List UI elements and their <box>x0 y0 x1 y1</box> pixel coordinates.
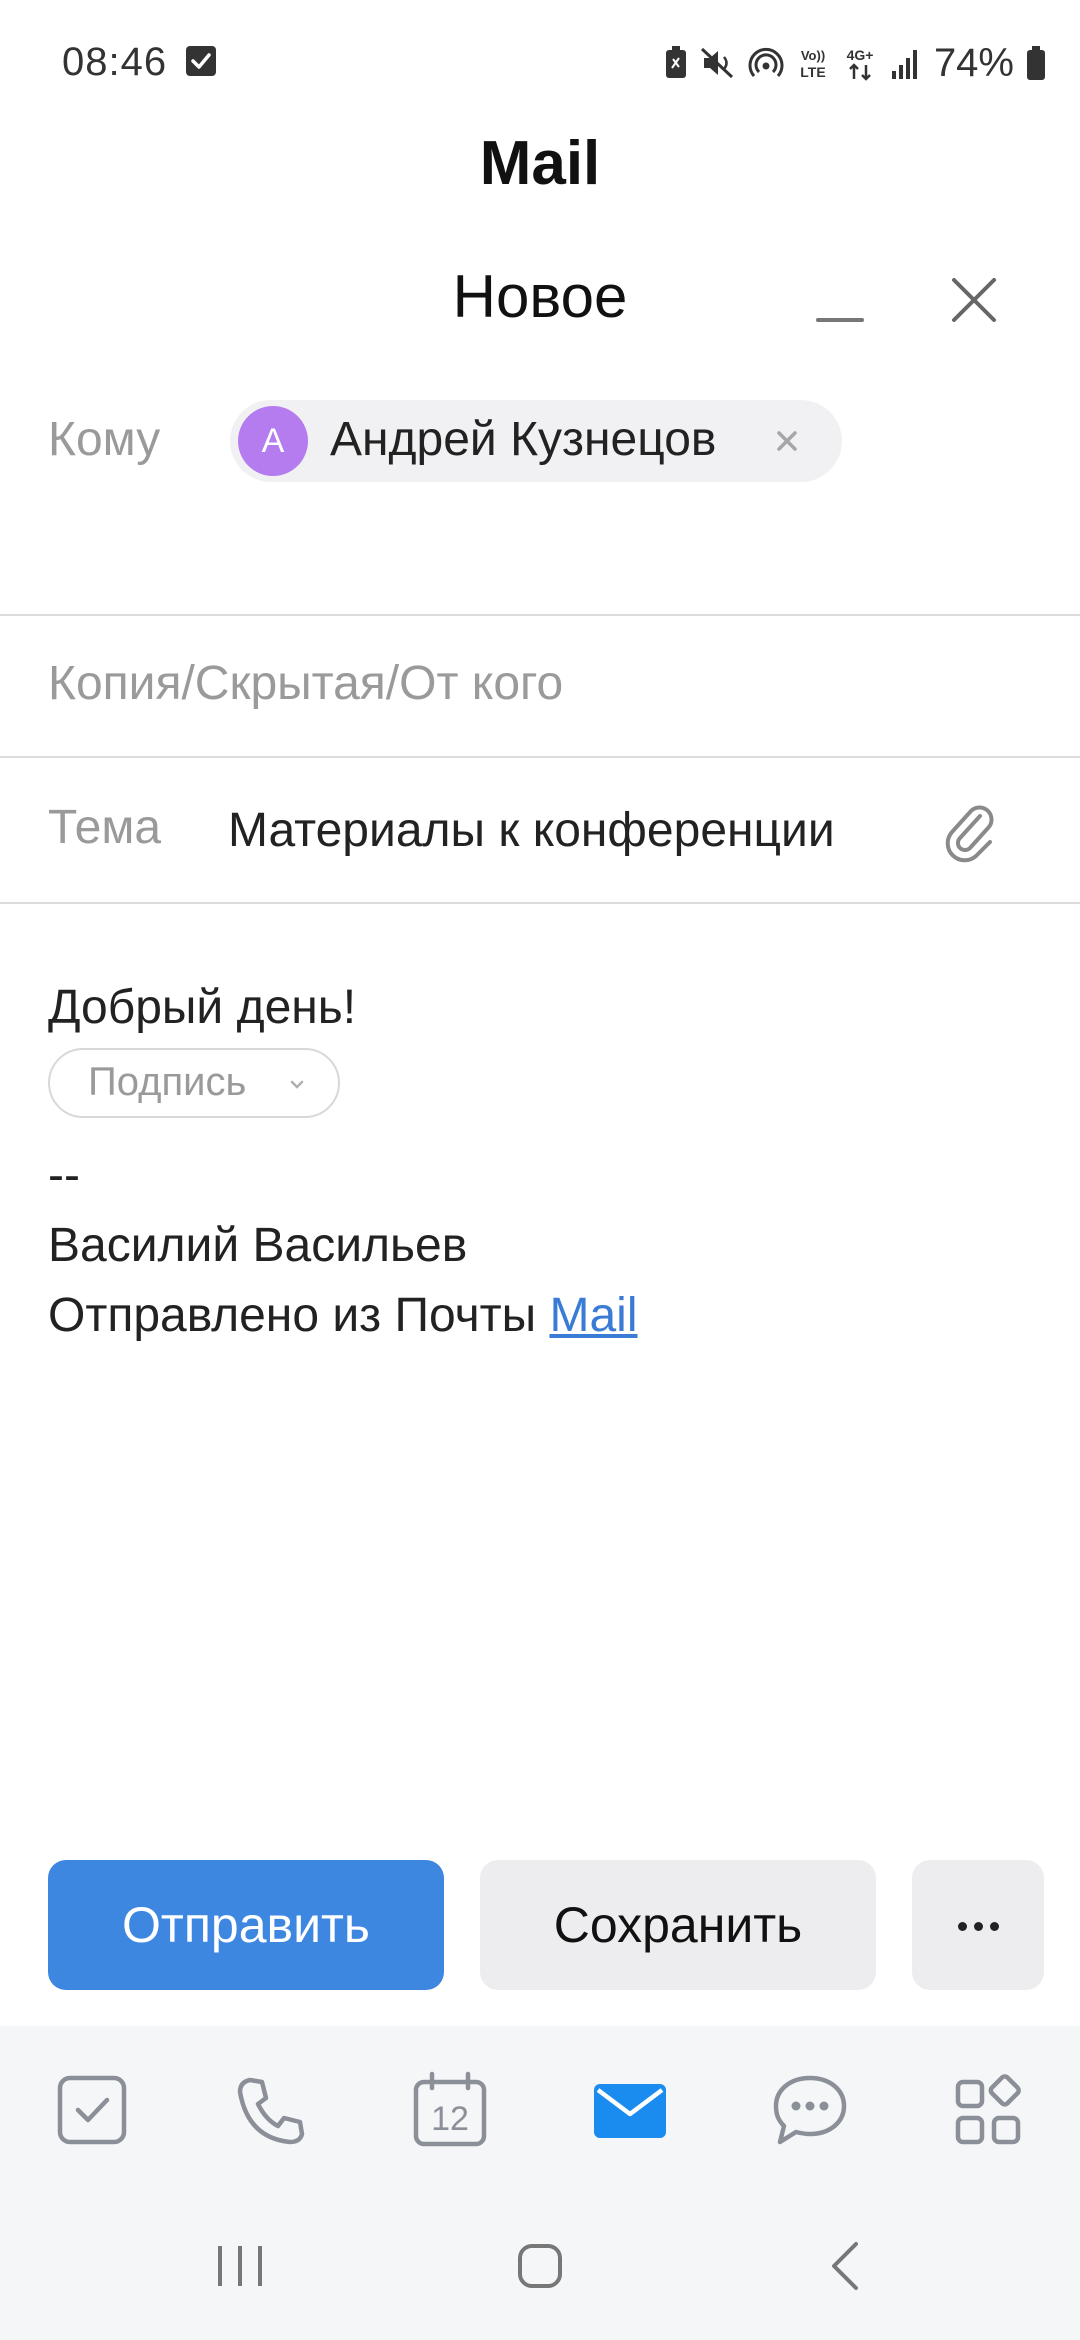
close-icon <box>777 431 797 451</box>
mail-compose-screen: 08:46 Vo)) LTE 4G+ 74% Mail Новое Кому А … <box>0 0 1080 2340</box>
status-bar: 08:46 Vo)) LTE 4G+ 74% <box>0 0 1080 128</box>
battery-saver-icon <box>665 46 686 78</box>
close-icon <box>952 278 996 322</box>
recipient-avatar: А <box>238 406 308 476</box>
chat-icon <box>773 2075 847 2145</box>
bottom-nav: 12 <box>0 2026 1080 2196</box>
recipient-chip[interactable]: А Андрей Кузнецов <box>230 400 842 482</box>
signature-separator: -- <box>48 1149 80 1202</box>
battery-icon <box>1027 46 1045 80</box>
nav-messenger[interactable] <box>770 2070 850 2150</box>
tasks-icon <box>57 2075 127 2145</box>
recipient-name: Андрей Кузнецов <box>330 413 717 466</box>
more-dot <box>974 1922 983 1931</box>
cc-bcc-from-field[interactable]: Копия/Скрытая/От кого <box>48 656 563 711</box>
divider <box>0 614 1080 616</box>
phone-icon <box>237 2077 305 2145</box>
attach-button[interactable] <box>942 798 998 864</box>
nav-tasks[interactable] <box>52 2070 132 2150</box>
system-nav-bar <box>0 2196 1080 2340</box>
recent-apps-icon <box>218 2246 262 2286</box>
nav-calendar[interactable]: 12 <box>410 2070 490 2150</box>
minimize-icon <box>816 318 864 322</box>
divider <box>0 756 1080 758</box>
sent-from-text: Отправлено из Почты <box>48 1289 550 1342</box>
mute-icon <box>700 47 733 79</box>
more-dot <box>958 1922 967 1931</box>
battery-percent: 74% <box>933 40 1014 85</box>
close-button[interactable] <box>944 270 1004 330</box>
hotspot-icon <box>748 47 784 77</box>
paperclip-icon <box>945 805 994 863</box>
mail-link[interactable]: Mail <box>549 1289 637 1342</box>
chevron-down-icon <box>290 1080 304 1089</box>
volte-icon: Vo))LTE <box>800 48 825 80</box>
calendar-icon: 12 <box>413 2071 487 2147</box>
signal-icon <box>891 50 917 79</box>
status-icons: Vo)) LTE 4G+ 74% <box>664 38 1046 88</box>
subject-input[interactable]: Материалы к конференции <box>228 803 835 858</box>
volte-label-bottom: LTE <box>800 64 825 80</box>
body-greeting[interactable]: Добрый день! <box>48 980 356 1035</box>
divider <box>0 902 1080 904</box>
back-icon <box>832 2242 858 2290</box>
signature-button[interactable]: Подпись <box>48 1048 340 1118</box>
home-button[interactable] <box>510 2236 570 2296</box>
to-label: Кому <box>48 413 161 466</box>
signature-sent-from: Отправлено из Почты Mail <box>48 1288 637 1343</box>
nav-calls[interactable] <box>230 2070 310 2150</box>
4g-icon: 4G+ <box>847 47 874 81</box>
recent-apps-button[interactable] <box>210 2236 270 2296</box>
mail-icon <box>594 2084 666 2138</box>
more-dot <box>990 1922 999 1931</box>
compose-title: Новое <box>452 263 628 330</box>
signature-button-label: Подпись <box>88 1060 247 1104</box>
nav-mail[interactable] <box>590 2070 670 2150</box>
subject-label: Тема <box>48 801 162 854</box>
volte-label-top: Vo)) <box>801 48 825 63</box>
back-button[interactable] <box>816 2236 876 2296</box>
notification-check-icon <box>186 46 216 76</box>
home-icon <box>518 2244 562 2288</box>
minimize-button[interactable] <box>810 280 870 340</box>
remove-recipient-button[interactable] <box>764 418 810 464</box>
nav-apps[interactable] <box>950 2070 1030 2150</box>
send-button[interactable]: Отправить <box>48 1860 444 1990</box>
more-options-button[interactable] <box>912 1860 1044 1990</box>
calendar-day-label: 12 <box>431 2100 469 2138</box>
app-title: Mail <box>479 129 601 198</box>
network-label: 4G+ <box>847 47 874 63</box>
status-time: 08:46 <box>62 40 168 84</box>
save-button[interactable]: Сохранить <box>480 1860 876 1990</box>
signature-name: Василий Васильев <box>48 1219 468 1272</box>
apps-icon <box>955 2074 1021 2145</box>
